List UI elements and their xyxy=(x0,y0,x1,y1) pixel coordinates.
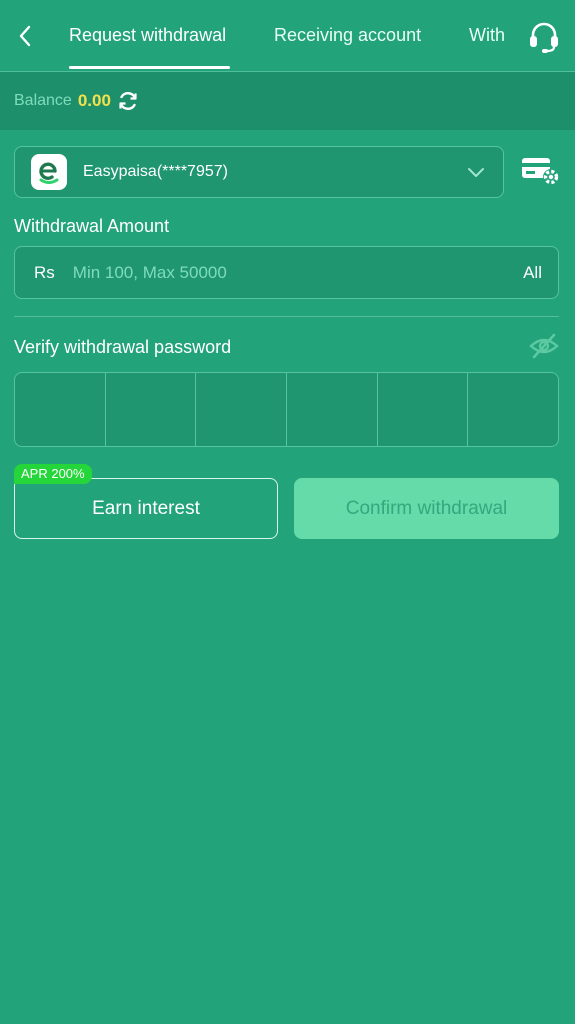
password-digit-cell[interactable] xyxy=(378,373,469,446)
tab-request-withdrawal[interactable]: Request withdrawal xyxy=(69,0,226,71)
headset-icon xyxy=(530,22,558,53)
withdrawal-amount-label: Withdrawal Amount xyxy=(14,216,170,236)
earn-interest-button[interactable]: Earn interest xyxy=(14,478,278,539)
password-digit-cell[interactable] xyxy=(468,373,558,446)
password-digit-cell[interactable] xyxy=(106,373,197,446)
currency-label: Rs xyxy=(34,262,55,282)
password-digit-cell[interactable] xyxy=(196,373,288,446)
receiving-account-select[interactable]: Easypaisa(****7957) xyxy=(14,146,504,198)
password-input-grid[interactable] xyxy=(14,372,559,447)
all-amount-button[interactable]: All xyxy=(523,263,542,283)
eye-off-icon xyxy=(529,333,559,359)
account-settings-button[interactable] xyxy=(521,155,561,187)
amount-input[interactable] xyxy=(70,261,524,284)
customer-support-button[interactable] xyxy=(525,18,563,56)
verify-password-label: Verify withdrawal password xyxy=(14,337,232,357)
tab-withdrawal-history[interactable]: With xyxy=(469,0,505,71)
balance-label: Balance xyxy=(14,92,72,109)
easypaisa-logo-icon xyxy=(39,162,59,184)
withdrawal-amount-field: Rs All xyxy=(14,246,559,299)
card-settings-icon xyxy=(522,158,559,185)
chevron-down-icon xyxy=(468,168,484,177)
tab-receiving-account[interactable]: Receiving account xyxy=(274,0,421,71)
back-button[interactable] xyxy=(10,20,40,52)
balance-bar: Balance 0.00 xyxy=(0,72,575,130)
confirm-withdrawal-button[interactable]: Confirm withdrawal xyxy=(294,478,559,539)
section-divider xyxy=(14,316,559,317)
apr-badge: APR 200% xyxy=(14,464,92,484)
refresh-icon xyxy=(119,92,137,110)
refresh-balance-button[interactable] xyxy=(117,90,139,112)
password-digit-cell[interactable] xyxy=(15,373,106,446)
easypaisa-logo xyxy=(31,154,67,190)
active-tab-indicator xyxy=(69,66,230,69)
chevron-left-icon xyxy=(19,25,31,47)
account-name: Easypaisa(****7957) xyxy=(83,163,228,180)
password-digit-cell[interactable] xyxy=(287,373,378,446)
toggle-password-visibility-button[interactable] xyxy=(529,333,559,359)
balance-value: 0.00 xyxy=(77,91,111,110)
top-navigation-bar: Request withdrawal Receiving account Wit… xyxy=(0,0,575,72)
tab-list: Request withdrawal Receiving account Wit… xyxy=(54,0,515,71)
